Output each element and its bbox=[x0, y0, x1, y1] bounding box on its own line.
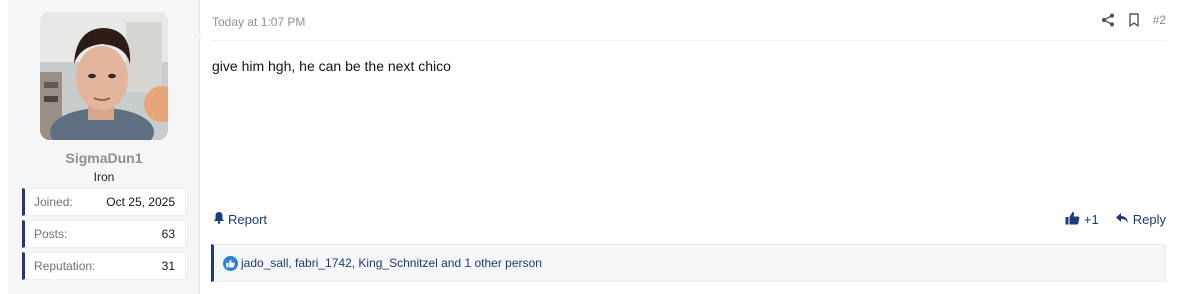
stat-reputation: Reputation: 31 bbox=[22, 252, 186, 280]
post-body: give him hgh, he can be the next chico bbox=[212, 58, 451, 74]
reply-icon bbox=[1115, 212, 1129, 227]
bell-icon bbox=[213, 211, 225, 227]
report-label: Report bbox=[228, 211, 268, 227]
stat-value: 63 bbox=[161, 227, 175, 241]
user-title: Iron bbox=[93, 170, 115, 184]
stat-label: Joined: bbox=[34, 195, 73, 209]
post-actions: #2 bbox=[1101, 13, 1166, 27]
like-count: +1 bbox=[1083, 212, 1099, 227]
post-footer-actions: +1 Reply bbox=[1065, 211, 1166, 228]
reactions-text[interactable]: jado_sall, fabri_1742, King_Schnitzel an… bbox=[241, 256, 542, 270]
avatar[interactable] bbox=[40, 12, 168, 140]
stat-value: Oct 25, 2025 bbox=[106, 195, 175, 209]
post-date[interactable]: Today at 1:07 PM bbox=[212, 15, 305, 29]
stat-posts: Posts: 63 bbox=[22, 220, 186, 248]
username[interactable]: SigmaDun1 bbox=[8, 150, 200, 166]
thumbs-up-icon bbox=[1065, 211, 1080, 228]
bookmark-icon[interactable] bbox=[1127, 13, 1141, 27]
post-main: Today at 1:07 PM #2 give him hgh, he can… bbox=[211, 0, 1166, 294]
stat-value: 31 bbox=[161, 259, 175, 273]
like-button[interactable]: +1 bbox=[1065, 211, 1099, 228]
stat-label: Reputation: bbox=[34, 259, 96, 273]
post-header: Today at 1:07 PM #2 bbox=[211, 8, 1166, 41]
like-reaction-icon bbox=[223, 255, 238, 271]
reply-label: Reply bbox=[1132, 212, 1166, 227]
share-icon[interactable] bbox=[1101, 13, 1115, 27]
user-cell-pointer bbox=[192, 26, 202, 46]
stat-joined: Joined: Oct 25, 2025 bbox=[22, 188, 186, 216]
stat-label: Posts: bbox=[34, 227, 68, 241]
reply-button[interactable]: Reply bbox=[1115, 212, 1166, 227]
report-link[interactable]: Report bbox=[213, 211, 267, 227]
post-number[interactable]: #2 bbox=[1153, 13, 1166, 27]
reactions-bar[interactable]: jado_sall, fabri_1742, King_Schnitzel an… bbox=[211, 244, 1166, 282]
user-cell: SigmaDun1 Iron Joined: Oct 25, 2025 Post… bbox=[8, 0, 200, 294]
